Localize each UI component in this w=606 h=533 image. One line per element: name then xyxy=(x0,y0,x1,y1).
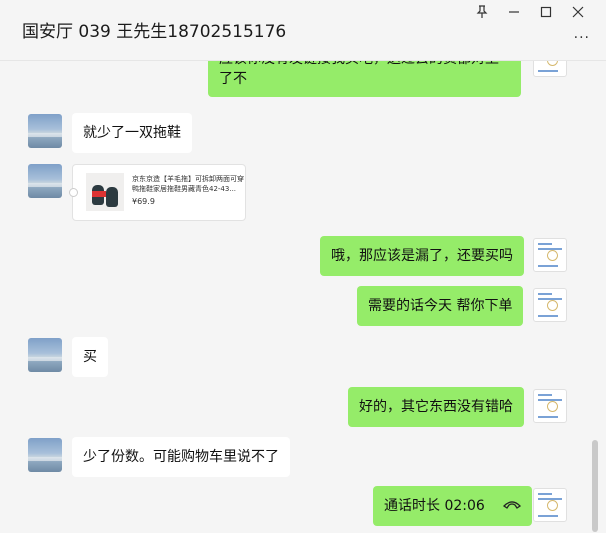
message-text: 应该你没有发链接我买吧，送过去的货都对上了不 xyxy=(219,61,499,87)
close-icon[interactable] xyxy=(566,2,590,22)
phone-hangup-icon xyxy=(503,496,522,516)
message-text: 就少了一双拖鞋 xyxy=(83,125,181,141)
avatar[interactable] xyxy=(533,288,567,322)
avatar[interactable] xyxy=(28,438,62,472)
message-text: 买 xyxy=(83,349,97,365)
message-bubble[interactable]: 就少了一双拖鞋 xyxy=(72,113,192,153)
pin-icon[interactable] xyxy=(470,2,494,22)
avatar[interactable] xyxy=(28,164,62,198)
message-bubble[interactable]: 买 xyxy=(72,337,108,377)
message-text: 哦，那应该是漏了，还要买吗 xyxy=(331,248,513,264)
maximize-icon[interactable] xyxy=(534,2,558,22)
chat-messages[interactable]: 应该你没有发链接我买吧，送过去的货都对上了不 就少了一双拖鞋 京东京造【羊毛拖】… xyxy=(0,61,606,533)
product-card[interactable]: 京东京造【羊毛拖】可拆卸两面可穿鸭拖鞋家居拖鞋男藏青色42-43... ¥69.… xyxy=(69,164,246,221)
avatar[interactable] xyxy=(533,61,567,77)
message-bubble[interactable]: 好的，其它东西没有错哈 xyxy=(348,387,524,427)
avatar[interactable] xyxy=(533,389,567,423)
avatar[interactable] xyxy=(28,338,62,372)
message-bubble[interactable]: 哦，那应该是漏了，还要买吗 xyxy=(320,236,524,276)
chat-title: 国安厅 039 王先生18702515176 xyxy=(22,22,287,42)
product-description: 京东京造【羊毛拖】可拆卸两面可穿鸭拖鞋家居拖鞋男藏青色42-43... xyxy=(132,175,244,193)
message-bubble[interactable]: 需要的话今天 帮你下单 xyxy=(357,286,524,326)
avatar[interactable] xyxy=(28,114,62,148)
product-image xyxy=(86,173,124,211)
call-record-bubble[interactable]: 通话时长 02:06 xyxy=(373,486,533,526)
scrollbar[interactable] xyxy=(592,440,598,532)
more-options-button[interactable]: ··· xyxy=(574,30,590,46)
avatar[interactable] xyxy=(533,238,567,272)
message-text: 少了份数。可能购物车里说不了 xyxy=(83,449,279,465)
avatar[interactable] xyxy=(533,488,567,522)
product-price: ¥69.9 xyxy=(132,197,155,206)
chat-header: 国安厅 039 王先生18702515176 ··· xyxy=(0,0,606,61)
call-duration: 通话时长 02:06 xyxy=(384,498,485,514)
message-bubble[interactable]: 应该你没有发链接我买吧，送过去的货都对上了不 xyxy=(208,61,521,97)
minimize-icon[interactable] xyxy=(502,2,526,22)
message-text: 好的，其它东西没有错哈 xyxy=(359,399,513,415)
card-indicator xyxy=(69,188,78,197)
message-bubble[interactable]: 少了份数。可能购物车里说不了 xyxy=(72,437,290,477)
message-text: 需要的话今天 帮你下单 xyxy=(368,298,513,314)
